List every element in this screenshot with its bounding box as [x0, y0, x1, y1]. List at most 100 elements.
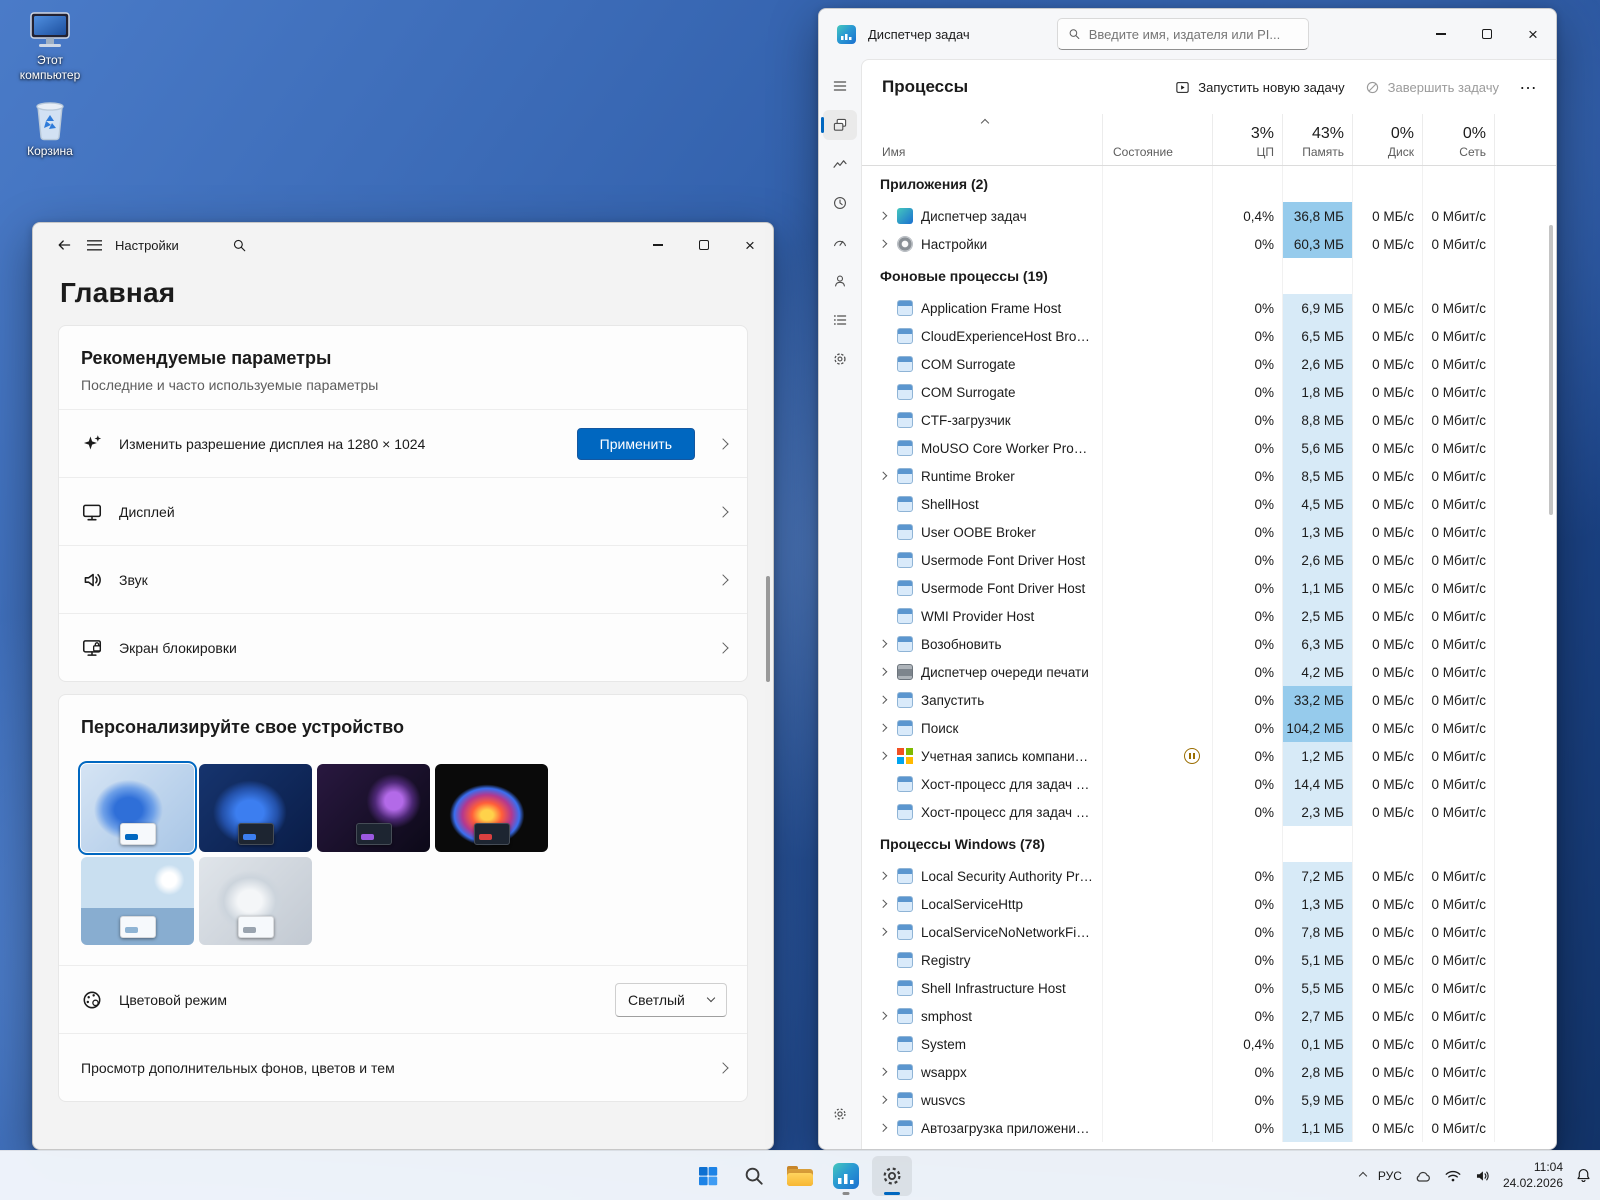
task-manager-scrollbar[interactable]: [1549, 225, 1553, 515]
theme-thumbnail-landscape-light[interactable]: [81, 857, 194, 945]
process-row[interactable]: Runtime Broker 0% 8,5 МБ 0 МБ/с 0 Мбит/с: [862, 462, 1556, 490]
task-manager-settings-button[interactable]: [823, 1099, 857, 1129]
nav-startup-apps[interactable]: [823, 227, 857, 257]
process-row[interactable]: Shell Infrastructure Host 0% 5,5 МБ 0 МБ…: [862, 974, 1556, 1002]
apply-button[interactable]: Применить: [577, 428, 695, 460]
process-row[interactable]: COM Surrogate 0% 1,8 МБ 0 МБ/с 0 Мбит/с: [862, 378, 1556, 406]
nav-app-history[interactable]: [823, 188, 857, 218]
process-row[interactable]: CTF-загрузчик 0% 8,8 МБ 0 МБ/с 0 Мбит/с: [862, 406, 1556, 434]
process-row[interactable]: System 0,4% 0,1 МБ 0 МБ/с 0 Мбит/с: [862, 1030, 1556, 1058]
expand-chevron-icon[interactable]: [880, 1097, 897, 1103]
process-row[interactable]: Возобновить 0% 6,3 МБ 0 МБ/с 0 Мбит/с: [862, 630, 1556, 658]
process-row[interactable]: Запустить 0% 33,2 МБ 0 МБ/с 0 Мбит/с: [862, 686, 1556, 714]
process-row[interactable]: User OOBE Broker 0% 1,3 МБ 0 МБ/с 0 Мбит…: [862, 518, 1556, 546]
expand-chevron-icon[interactable]: [880, 1125, 897, 1131]
settings-search-button[interactable]: [225, 230, 255, 260]
close-button[interactable]: ×: [727, 223, 773, 267]
theme-thumbnail-blue-light[interactable]: [81, 764, 194, 852]
process-row[interactable]: COM Surrogate 0% 2,6 МБ 0 МБ/с 0 Мбит/с: [862, 350, 1556, 378]
clock[interactable]: 11:04 24.02.2026: [1503, 1160, 1563, 1191]
sound-settings-row[interactable]: Звук: [59, 545, 747, 613]
process-row[interactable]: ShellHost 0% 4,5 МБ 0 МБ/с 0 Мбит/с: [862, 490, 1556, 518]
process-row[interactable]: Учетная запись компании ил... 0% 1,2 МБ …: [862, 742, 1556, 770]
taskbar-task-manager-button[interactable]: [826, 1156, 866, 1196]
column-disk[interactable]: 0% Диск: [1352, 114, 1422, 165]
language-indicator[interactable]: РУС: [1378, 1169, 1402, 1183]
column-cpu[interactable]: 3% ЦП: [1212, 114, 1282, 165]
process-row[interactable]: smphost 0% 2,7 МБ 0 МБ/с 0 Мбит/с: [862, 1002, 1556, 1030]
process-row[interactable]: Usermode Font Driver Host 0% 1,1 МБ 0 МБ…: [862, 574, 1556, 602]
expand-chevron-icon[interactable]: [880, 669, 897, 675]
cloud-icon[interactable]: [1414, 1169, 1432, 1183]
process-row[interactable]: Registry 0% 5,1 МБ 0 МБ/с 0 Мбит/с: [862, 946, 1556, 974]
process-row[interactable]: Поиск 0% 104,2 МБ 0 МБ/с 0 Мбит/с: [862, 714, 1556, 742]
process-row[interactable]: Диспетчер задач 0,4% 36,8 МБ 0 МБ/с 0 Мб…: [862, 202, 1556, 230]
back-button[interactable]: [49, 230, 79, 260]
theme-thumbnail-ribbon-dark[interactable]: [435, 764, 548, 852]
settings-scrollbar[interactable]: [766, 576, 770, 682]
nav-performance[interactable]: [823, 149, 857, 179]
expand-chevron-icon[interactable]: [880, 1013, 897, 1019]
minimize-button[interactable]: [1418, 9, 1464, 59]
expand-chevron-icon[interactable]: [880, 753, 897, 759]
expand-chevron-icon[interactable]: [880, 929, 897, 935]
browse-themes-row[interactable]: Просмотр дополнительных фонов, цветов и …: [59, 1033, 747, 1101]
desktop-icon-this-pc[interactable]: Этот компьютер: [6, 10, 94, 83]
process-row[interactable]: Автозагрузка приложений W... 0% 1,1 МБ 0…: [862, 1114, 1556, 1142]
maximize-button[interactable]: [1464, 9, 1510, 59]
process-section-row[interactable]: Фоновые процессы (19): [862, 258, 1556, 294]
expand-chevron-icon[interactable]: [880, 725, 897, 731]
minimize-button[interactable]: [635, 223, 681, 267]
expand-chevron-icon[interactable]: [880, 901, 897, 907]
task-manager-search-box[interactable]: [1057, 18, 1309, 50]
process-row[interactable]: Диспетчер очереди печати 0% 4,2 МБ 0 МБ/…: [862, 658, 1556, 686]
expand-chevron-icon[interactable]: [880, 697, 897, 703]
nav-details[interactable]: [823, 305, 857, 335]
nav-menu-button[interactable]: [79, 230, 109, 260]
hidden-icons-button[interactable]: [1360, 1173, 1366, 1179]
expand-chevron-icon[interactable]: [880, 641, 897, 647]
theme-thumbnail-blue-dark[interactable]: [199, 764, 312, 852]
process-row[interactable]: Настройки 0% 60,3 МБ 0 МБ/с 0 Мбит/с: [862, 230, 1556, 258]
run-new-task-button[interactable]: Запустить новую задачу: [1175, 80, 1344, 95]
notification-bell-button[interactable]: [1575, 1167, 1592, 1184]
network-icon[interactable]: [1444, 1168, 1462, 1184]
process-row[interactable]: Usermode Font Driver Host 0% 2,6 МБ 0 МБ…: [862, 546, 1556, 574]
process-row[interactable]: Хост-процесс для задач Win... 0% 2,3 МБ …: [862, 798, 1556, 826]
column-memory[interactable]: 43% Память: [1282, 114, 1352, 165]
expand-chevron-icon[interactable]: [880, 1069, 897, 1075]
theme-thumbnail-gray-light[interactable]: [199, 857, 312, 945]
process-row[interactable]: WMI Provider Host 0% 2,5 МБ 0 МБ/с 0 Мби…: [862, 602, 1556, 630]
start-button[interactable]: [688, 1156, 728, 1196]
close-button[interactable]: ×: [1510, 9, 1556, 59]
nav-users[interactable]: [823, 266, 857, 296]
color-mode-row[interactable]: Цветовой режим Светлый: [59, 965, 747, 1033]
desktop-icon-recycle-bin[interactable]: Корзина: [6, 97, 94, 159]
resolution-suggestion-row[interactable]: Изменить разрешение дисплея на 1280 × 10…: [59, 409, 747, 477]
color-mode-dropdown[interactable]: Светлый: [615, 983, 727, 1017]
more-options-button[interactable]: …: [1519, 83, 1538, 91]
expand-chevron-icon[interactable]: [880, 473, 897, 479]
expand-chevron-icon[interactable]: [880, 241, 897, 247]
nav-processes[interactable]: [823, 110, 857, 140]
end-task-button[interactable]: Завершить задачу: [1365, 80, 1499, 95]
process-row[interactable]: CloudExperienceHost Broker 0% 6,5 МБ 0 М…: [862, 322, 1556, 350]
process-row[interactable]: LocalServiceNoNetworkFirewa... 0% 7,8 МБ…: [862, 918, 1556, 946]
expand-chevron-icon[interactable]: [880, 213, 897, 219]
nav-services[interactable]: [823, 344, 857, 374]
process-section-row[interactable]: Процессы Windows (78): [862, 826, 1556, 862]
file-explorer-button[interactable]: [780, 1156, 820, 1196]
nav-menu-button[interactable]: [823, 71, 857, 101]
maximize-button[interactable]: [681, 223, 727, 267]
process-row[interactable]: Application Frame Host 0% 6,9 МБ 0 МБ/с …: [862, 294, 1556, 322]
column-network[interactable]: 0% Сеть: [1422, 114, 1494, 165]
process-row[interactable]: MoUSO Core Worker Process 0% 5,6 МБ 0 МБ…: [862, 434, 1556, 462]
process-row[interactable]: Local Security Authority Proce... 0% 7,2…: [862, 862, 1556, 890]
display-settings-row[interactable]: Дисплей: [59, 477, 747, 545]
process-row[interactable]: wusvcs 0% 5,9 МБ 0 МБ/с 0 Мбит/с: [862, 1086, 1556, 1114]
volume-icon[interactable]: [1474, 1168, 1491, 1184]
process-section-row[interactable]: Приложения (2): [862, 166, 1556, 202]
taskbar-settings-button[interactable]: [872, 1156, 912, 1196]
column-status[interactable]: Состояние: [1102, 114, 1212, 165]
theme-thumbnail-purple-dark[interactable]: [317, 764, 430, 852]
